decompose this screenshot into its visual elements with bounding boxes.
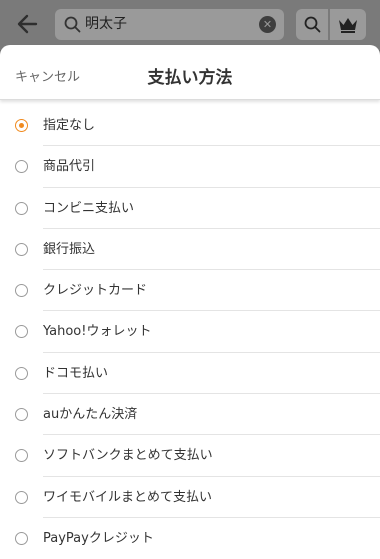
search-query: 明太子 [85,16,127,32]
radio-selected[interactable] [15,119,28,132]
payment-option-label: 商品代引 [43,159,96,175]
payment-option[interactable]: Yahoo!ウォレット [0,311,380,353]
payment-method-sheet: キャンセル 支払い方法 指定なし商品代引コンビニ支払い 銀行振込クレジットカード Y… [0,45,380,559]
payment-option[interactable]: ドコモ払い [0,353,380,395]
back-arrow-icon[interactable] [14,10,42,38]
crown-icon [339,18,357,33]
payment-option-label: PayPayクレジット [43,530,154,546]
radio-unselected[interactable] [15,201,28,215]
payment-option-label: クレジットカード [43,283,148,299]
payment-options-list: 指定なし商品代引コンビニ支払い 銀行振込クレジットカード Yahoo!ウォレット ドコ… [0,105,380,559]
search-button[interactable] [296,9,328,40]
payment-option[interactable]: コンビニ支払い [0,188,380,229]
search-icon [63,15,82,34]
radio-unselected[interactable] [15,449,28,463]
payment-option-label: 銀行振込 [43,241,96,257]
radio-unselected[interactable] [15,366,28,380]
payment-option[interactable]: ワイモバイルまとめて支払い [0,477,380,518]
payment-option-label: auかんたん決済 [43,407,138,423]
payment-option[interactable]: ソフトバンクまとめて支払い [0,435,380,477]
payment-option-label: ドコモ払い [43,365,109,381]
radio-unselected[interactable] [15,325,28,339]
payment-option[interactable]: クレジットカード [0,270,380,312]
payment-option-label: ワイモバイルまとめて支払い [43,489,213,505]
premium-button[interactable] [330,9,366,40]
payment-option[interactable]: 指定なし [0,105,380,147]
radio-unselected[interactable] [15,160,28,174]
search-input[interactable]: 明太子 ✕ [55,9,284,40]
payment-option-label: コンビニ支払い [43,200,135,216]
payment-option-label: 指定なし [43,118,96,133]
payment-option[interactable]: 商品代引 [0,146,380,188]
payment-option-label: ソフトバンクまとめて支払い [43,448,213,464]
sheet-title: 支払い方法 [147,68,233,88]
payment-option[interactable]: auかんたん決済 [0,394,380,436]
radio-unselected[interactable] [15,284,28,298]
radio-unselected[interactable] [15,242,28,256]
radio-unselected[interactable] [15,531,28,545]
radio-unselected[interactable] [15,490,28,504]
payment-option-label: Yahoo!ウォレット [43,324,152,340]
clear-icon[interactable]: ✕ [259,16,276,33]
app-bar: 明太子 ✕ [0,0,380,50]
search-icon [304,16,321,33]
radio-unselected[interactable] [15,408,28,422]
payment-option[interactable]: 銀行振込 [0,229,380,271]
payment-option[interactable]: PayPayクレジット [0,518,380,559]
sheet-header: キャンセル 支払い方法 [0,45,380,100]
